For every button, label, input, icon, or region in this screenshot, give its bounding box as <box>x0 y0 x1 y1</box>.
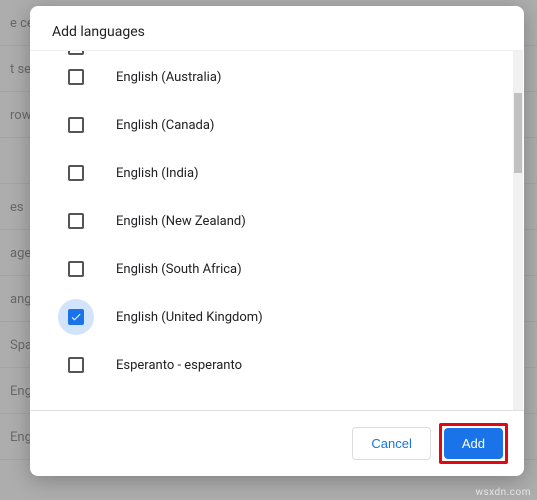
dialog-body: Dutch - NederlandsEnglish (Australia)Eng… <box>30 50 524 410</box>
cancel-button[interactable]: Cancel <box>352 427 430 460</box>
checkbox-wrap[interactable] <box>58 155 94 191</box>
language-label: English (Canada) <box>116 118 214 133</box>
checkbox-unchecked-icon[interactable] <box>68 213 84 229</box>
checkbox-unchecked-icon[interactable] <box>68 261 84 277</box>
checkbox-unchecked-icon[interactable] <box>68 117 84 133</box>
dialog-title: Add languages <box>30 6 524 50</box>
checkbox-checked-icon[interactable] <box>68 309 84 325</box>
checkbox-wrap[interactable] <box>58 203 94 239</box>
language-label: English (South Africa) <box>116 262 242 277</box>
add-button-highlight: Add <box>439 423 508 464</box>
scrollbar-thumb[interactable] <box>514 93 522 173</box>
language-row[interactable]: English (New Zealand) <box>58 197 492 245</box>
language-row[interactable]: English (Australia) <box>58 53 492 101</box>
checkbox-unchecked-icon[interactable] <box>68 357 84 373</box>
checkbox-unchecked-icon[interactable] <box>68 165 84 181</box>
language-list: Dutch - NederlandsEnglish (Australia)Eng… <box>30 51 512 410</box>
checkbox-wrap[interactable] <box>58 299 94 335</box>
checkbox-unchecked-icon[interactable] <box>68 69 84 85</box>
language-row[interactable]: English (United Kingdom) <box>58 293 492 341</box>
language-row[interactable]: English (India) <box>58 149 492 197</box>
language-row[interactable]: English (South Africa) <box>58 245 492 293</box>
language-row[interactable]: English (Canada) <box>58 101 492 149</box>
checkbox-wrap[interactable] <box>58 59 94 95</box>
language-label: English (India) <box>116 166 199 181</box>
language-label: English (Australia) <box>116 70 221 85</box>
language-label: Esperanto - esperanto <box>116 358 242 373</box>
add-button[interactable]: Add <box>444 428 503 459</box>
language-label: English (United Kingdom) <box>116 310 263 325</box>
dialog-footer: Cancel Add <box>30 410 524 476</box>
add-languages-dialog: Add languages Dutch - NederlandsEnglish … <box>30 6 524 476</box>
checkbox-wrap[interactable] <box>58 347 94 383</box>
checkbox-wrap[interactable] <box>58 107 94 143</box>
checkbox-wrap[interactable] <box>58 251 94 287</box>
watermark: wsxdn.com <box>475 487 531 498</box>
language-label: English (New Zealand) <box>116 214 246 229</box>
language-row[interactable]: Esperanto - esperanto <box>58 341 492 389</box>
checkbox-unchecked-icon[interactable] <box>68 51 84 55</box>
